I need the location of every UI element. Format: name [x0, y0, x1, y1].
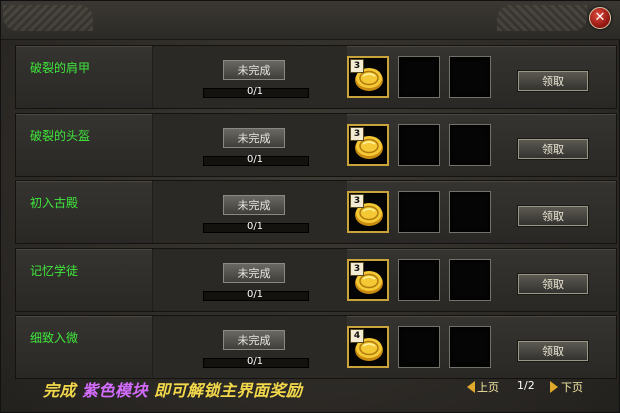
reward-slot[interactable]: 3 [347, 123, 389, 166]
status-button[interactable]: 未完成 [223, 262, 285, 283]
claim-button[interactable]: 领取 [518, 273, 588, 294]
title-bar: ✕ [1, 1, 620, 40]
reward-quantity: 3 [350, 261, 364, 276]
empty-reward-slot[interactable] [398, 326, 440, 368]
empty-reward-slot[interactable] [449, 326, 491, 368]
left-wing-ornament [3, 5, 93, 31]
status-button[interactable]: 未完成 [223, 330, 285, 350]
progress-text: 0/1 [246, 356, 264, 367]
next-page-button[interactable]: 下页 [561, 379, 583, 395]
reward-quantity: 3 [350, 194, 364, 208]
task-panel: ✕ 破裂的肩甲 未完成 0/1 3 领取 破裂的头盔 未完成 0/1 3 领取 … [0, 0, 620, 413]
task-row: 记忆学徒 未完成 0/1 3 领取 [15, 247, 617, 312]
hint-text-2: 即可解锁主界面奖励 [154, 381, 303, 400]
reward-slot[interactable]: 3 [347, 56, 389, 98]
empty-reward-slot[interactable] [398, 258, 440, 301]
reward-slot[interactable]: 3 [347, 191, 389, 233]
task-name: 初入古殿 [30, 196, 79, 210]
empty-reward-slot[interactable] [449, 191, 491, 233]
unlock-hint: 完成 紫色模块 即可解锁主界面奖励 [43, 377, 303, 401]
hint-text-1: 完成 [43, 381, 77, 400]
task-row: 细致入微 未完成 0/1 4 领取 [15, 315, 617, 379]
empty-reward-slot[interactable] [398, 191, 440, 233]
next-arrow-icon[interactable] [550, 381, 558, 393]
task-name: 破裂的头盔 [30, 128, 91, 143]
task-row: 破裂的头盔 未完成 0/1 3 领取 [15, 112, 617, 177]
reward-slot[interactable]: 3 [347, 258, 389, 301]
task-name: 记忆学徒 [30, 263, 79, 278]
prev-arrow-icon[interactable] [467, 381, 475, 393]
right-wing-ornament [497, 5, 587, 31]
task-status-area: 未完成 0/1 [152, 316, 347, 378]
hint-highlight: 紫色模块 [82, 381, 149, 400]
reward-quantity: 3 [350, 126, 364, 141]
progress-text: 0/1 [246, 86, 264, 97]
task-status-area: 未完成 0/1 [152, 113, 347, 176]
reward-quantity: 3 [350, 59, 364, 73]
status-button[interactable]: 未完成 [223, 195, 285, 215]
reward-slot[interactable]: 4 [347, 326, 389, 368]
empty-reward-slot[interactable] [398, 123, 440, 166]
task-status-area: 未完成 0/1 [152, 248, 347, 311]
page-indicator: 1/2 [517, 379, 535, 392]
task-list: 破裂的肩甲 未完成 0/1 3 领取 破裂的头盔 未完成 0/1 3 领取 初入… [15, 45, 617, 383]
status-button[interactable]: 未完成 [223, 127, 285, 148]
task-status-area: 未完成 0/1 [152, 181, 347, 243]
task-name: 细致入微 [30, 331, 79, 345]
task-row: 初入古殿 未完成 0/1 3 领取 [15, 180, 617, 244]
claim-button[interactable]: 领取 [518, 341, 588, 361]
empty-reward-slot[interactable] [398, 56, 440, 98]
progress-text: 0/1 [246, 153, 264, 165]
reward-quantity: 4 [350, 329, 364, 343]
claim-button[interactable]: 领取 [518, 71, 588, 91]
prev-page-button[interactable]: 上页 [477, 379, 499, 395]
empty-reward-slot[interactable] [449, 123, 491, 166]
claim-button[interactable]: 领取 [518, 206, 588, 226]
empty-reward-slot[interactable] [449, 56, 491, 98]
empty-reward-slot[interactable] [449, 258, 491, 301]
progress-text: 0/1 [246, 221, 264, 232]
progress-text: 0/1 [246, 288, 264, 300]
task-row: 破裂的肩甲 未完成 0/1 3 领取 [15, 45, 617, 109]
claim-button[interactable]: 领取 [518, 138, 588, 159]
status-button[interactable]: 未完成 [223, 60, 285, 80]
task-name: 破裂的肩甲 [30, 61, 91, 75]
close-button[interactable]: ✕ [589, 7, 611, 29]
task-status-area: 未完成 0/1 [152, 46, 347, 108]
